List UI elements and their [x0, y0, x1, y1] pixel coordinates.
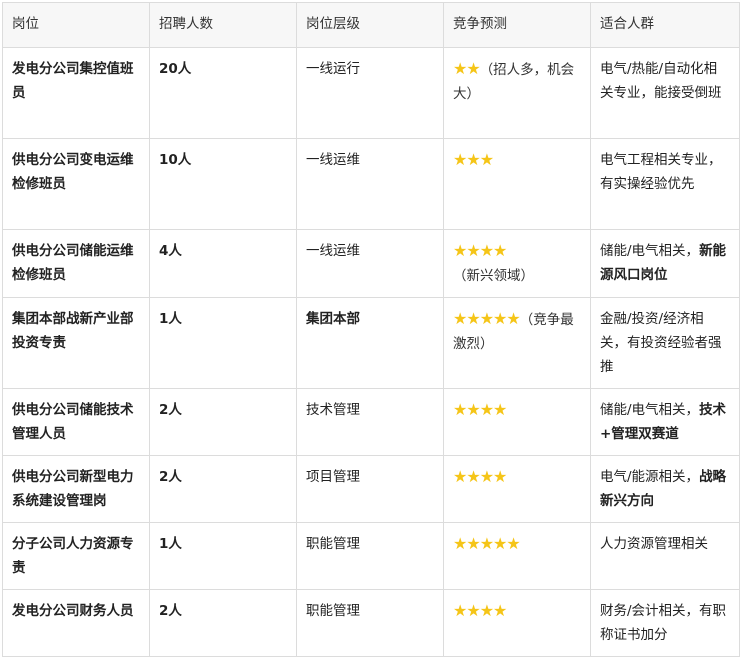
- header-position: 岗位: [2, 2, 150, 48]
- cell-count: 1人: [149, 522, 297, 590]
- cell-competition: ★★★★: [443, 589, 591, 657]
- star-rating-icon: ★★★: [453, 150, 494, 169]
- cell-fit: 金融/投资/经济相关，有投资经验者强推: [590, 297, 740, 389]
- cell-level: 一线运维: [296, 229, 444, 298]
- star-rating-icon: ★★★★: [453, 241, 507, 260]
- cell-competition: ★★★: [443, 138, 591, 230]
- table-row: 发电分公司财务人员 2人 职能管理 ★★★★ 财务/会计相关，有职称证书加分: [2, 589, 740, 657]
- cell-level: 集团本部: [296, 297, 444, 389]
- star-rating-icon: ★★★★: [453, 400, 507, 419]
- cell-level: 职能管理: [296, 589, 444, 657]
- cell-position: 发电分公司集控值班员: [2, 47, 150, 139]
- table-row: 供电分公司储能技术管理人员 2人 技术管理 ★★★★ 储能/电气相关，技术+管理双赛道: [2, 388, 740, 456]
- cell-level: 一线运行: [296, 47, 444, 139]
- cell-fit: 电气/热能/自动化相关专业，能接受倒班: [590, 47, 740, 139]
- cell-position: 供电分公司变电运维检修班员: [2, 138, 150, 230]
- competition-note: （新兴领域）: [453, 268, 534, 284]
- star-rating-icon: ★★★★: [453, 467, 507, 486]
- fit-text: 储能/电气相关，: [600, 243, 700, 259]
- cell-fit: 人力资源管理相关: [590, 522, 740, 590]
- cell-position: 发电分公司财务人员: [2, 589, 150, 657]
- cell-position: 供电分公司储能运维检修班员: [2, 229, 150, 298]
- cell-position: 供电分公司储能技术管理人员: [2, 388, 150, 456]
- cell-count: 10人: [149, 138, 297, 230]
- table-row: 集团本部战新产业部投资专责 1人 集团本部 ★★★★★（竞争最激烈） 金融/投资/经济相…: [2, 297, 740, 389]
- cell-competition: ★★★★★: [443, 522, 591, 590]
- cell-position: 分子公司人力资源专责: [2, 522, 150, 590]
- star-rating-icon: ★★★★★: [453, 309, 521, 328]
- cell-count: 4人: [149, 229, 297, 298]
- recruitment-table: 岗位 招聘人数 岗位层级 竞争预测 适合人群 发电分公司集控值班员 20人 一线运行…: [2, 2, 740, 657]
- fit-text: 人力资源管理相关: [600, 536, 708, 552]
- cell-level: 职能管理: [296, 522, 444, 590]
- cell-fit: 财务/会计相关，有职称证书加分: [590, 589, 740, 657]
- cell-fit: 储能/电气相关，新能源风口岗位: [590, 229, 740, 298]
- cell-fit: 电气/能源相关，战略新兴方向: [590, 455, 740, 523]
- cell-competition: ★★★★ （新兴领域）: [443, 229, 591, 298]
- header-competition: 竞争预测: [443, 2, 591, 48]
- cell-count: 20人: [149, 47, 297, 139]
- cell-fit: 电气工程相关专业，有实操经验优先: [590, 138, 740, 230]
- star-rating-icon: ★★★★: [453, 601, 507, 620]
- table-header-row: 岗位 招聘人数 岗位层级 竞争预测 适合人群: [2, 2, 740, 48]
- cell-count: 2人: [149, 455, 297, 523]
- cell-fit: 储能/电气相关，技术+管理双赛道: [590, 388, 740, 456]
- header-count: 招聘人数: [149, 2, 297, 48]
- fit-text: 电气/能源相关，: [600, 469, 700, 485]
- fit-text: 电气/热能/自动化相关专业，能接受倒班: [600, 61, 722, 101]
- header-level: 岗位层级: [296, 2, 444, 48]
- star-rating-icon: ★★: [453, 59, 481, 78]
- cell-position: 供电分公司新型电力系统建设管理岗: [2, 455, 150, 523]
- table-row: 供电分公司储能运维检修班员 4人 一线运维 ★★★★ （新兴领域） 储能/电气相关，新能源…: [2, 229, 740, 298]
- star-rating-icon: ★★★★★: [453, 534, 521, 553]
- cell-count: 2人: [149, 388, 297, 456]
- cell-competition: ★★★★: [443, 455, 591, 523]
- table-body: 发电分公司集控值班员 20人 一线运行 ★★（招人多，机会大） 电气/热能/自动化相关专…: [2, 47, 740, 657]
- fit-text: 金融/投资/经济相关，有投资经验者强推: [600, 311, 722, 375]
- cell-level: 项目管理: [296, 455, 444, 523]
- fit-text: 财务/会计相关，有职称证书加分: [600, 603, 727, 643]
- cell-position: 集团本部战新产业部投资专责: [2, 297, 150, 389]
- header-fit: 适合人群: [590, 2, 740, 48]
- cell-competition: ★★★★★（竞争最激烈）: [443, 297, 591, 389]
- cell-level: 技术管理: [296, 388, 444, 456]
- cell-competition: ★★（招人多，机会大）: [443, 47, 591, 139]
- cell-level: 一线运维: [296, 138, 444, 230]
- table-row: 供电分公司变电运维检修班员 10人 一线运维 ★★★ 电气工程相关专业，有实操经验优先: [2, 138, 740, 230]
- table-row: 供电分公司新型电力系统建设管理岗 2人 项目管理 ★★★★ 电气/能源相关，战略新兴方向: [2, 455, 740, 523]
- cell-count: 2人: [149, 589, 297, 657]
- cell-competition: ★★★★: [443, 388, 591, 456]
- fit-text: 储能/电气相关，: [600, 402, 700, 418]
- table-row: 发电分公司集控值班员 20人 一线运行 ★★（招人多，机会大） 电气/热能/自动化相关专…: [2, 47, 740, 139]
- table-row: 分子公司人力资源专责 1人 职能管理 ★★★★★ 人力资源管理相关: [2, 522, 740, 590]
- cell-count: 1人: [149, 297, 297, 389]
- fit-text: 电气工程相关专业，有实操经验优先: [600, 152, 722, 192]
